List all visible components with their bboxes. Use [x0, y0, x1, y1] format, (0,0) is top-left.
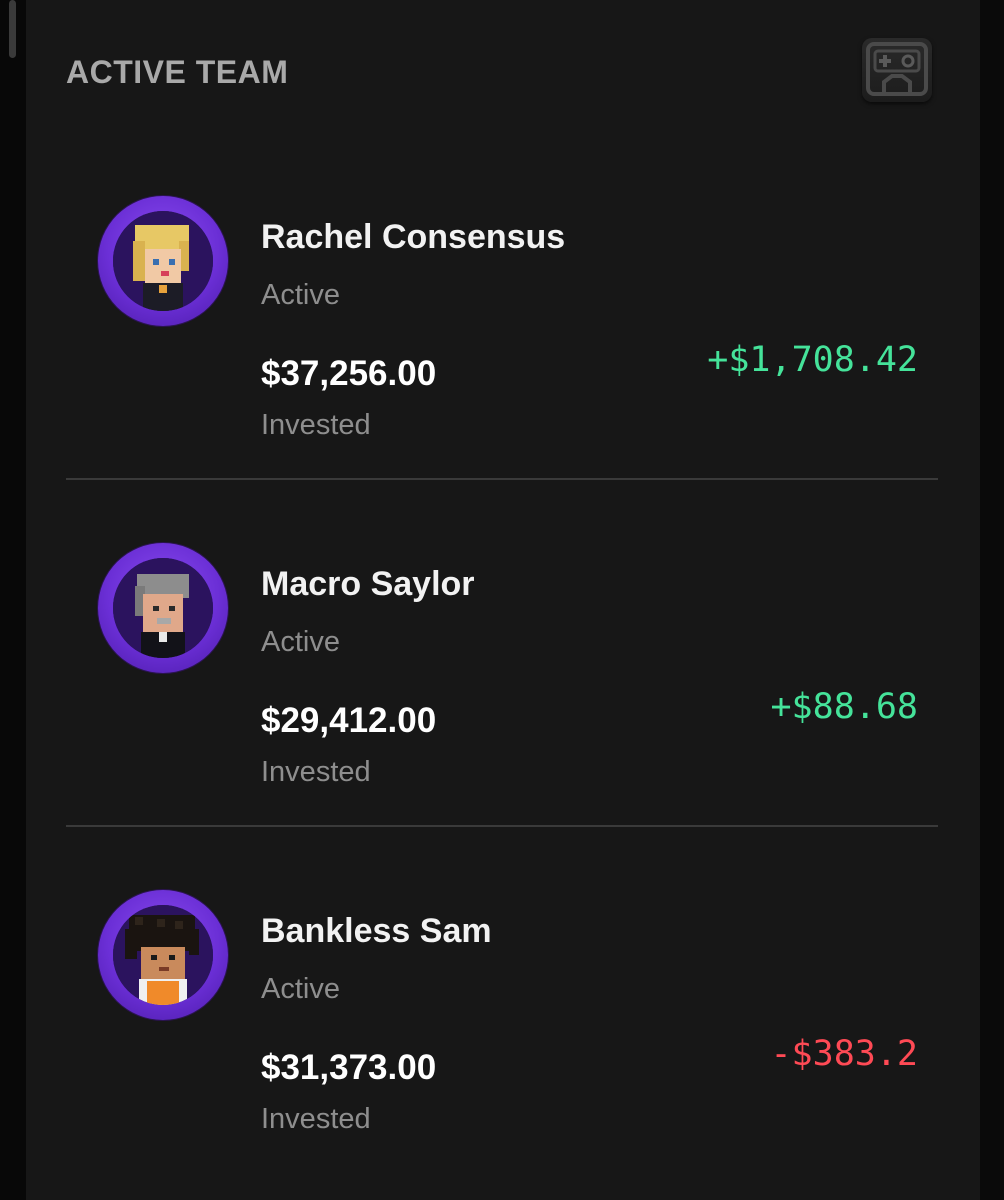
- right-gutter: [980, 0, 1004, 1200]
- blonde-voxel-avatar-icon: [113, 211, 213, 311]
- pnl-value: -$383.2: [770, 1034, 918, 1074]
- left-gutter: [0, 0, 26, 1200]
- avatar: [98, 196, 228, 326]
- active-team-panel: ACTIVE TEAM Rachel Consensus Active $37,…: [26, 0, 980, 1200]
- team-member-card[interactable]: Bankless Sam Active $31,373.00 Invested …: [26, 694, 980, 1135]
- curly-hair-voxel-avatar-icon: [113, 905, 213, 1005]
- team-member-card[interactable]: Macro Saylor Active $29,412.00 Invested …: [26, 347, 980, 788]
- invested-label: Invested: [261, 1103, 371, 1135]
- member-status: Active: [261, 279, 340, 311]
- scrollbar-thumb[interactable]: [9, 0, 16, 58]
- team-member-card[interactable]: Rachel Consensus Active $37,256.00 Inves…: [26, 0, 980, 441]
- member-name: Rachel Consensus: [261, 218, 566, 256]
- member-name: Macro Saylor: [261, 565, 475, 603]
- member-status: Active: [261, 626, 340, 658]
- avatar: [98, 543, 228, 673]
- invested-amount: $31,373.00: [261, 1048, 437, 1087]
- gray-hair-voxel-avatar-icon: [113, 558, 213, 658]
- member-name: Bankless Sam: [261, 912, 492, 950]
- member-status: Active: [261, 973, 340, 1005]
- avatar: [98, 890, 228, 1020]
